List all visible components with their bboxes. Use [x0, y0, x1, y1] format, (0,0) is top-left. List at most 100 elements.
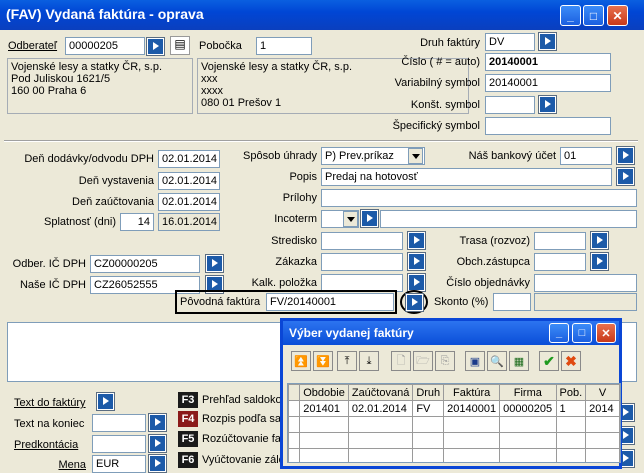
ucet-input[interactable]: 01 — [560, 147, 612, 165]
splatnost-date: 16.01.2014 — [158, 213, 220, 231]
povodna-pick-button[interactable] — [405, 293, 424, 312]
trasa-input[interactable] — [534, 232, 586, 250]
odberatel-pick-button[interactable] — [146, 37, 165, 56]
prilohy-input[interactable] — [321, 189, 637, 207]
f4-label[interactable]: Rozpis podľa sa — [202, 413, 281, 425]
cell-pob[interactable]: 1 — [555, 400, 587, 417]
odber-ic-input[interactable]: CZ00000205 — [90, 255, 200, 273]
cislo-input[interactable]: 20140001 — [485, 53, 611, 71]
druh-pick-button[interactable] — [538, 32, 557, 51]
ucet-label: Náš bankový účet — [468, 150, 556, 162]
column-header[interactable]: V — [585, 384, 620, 401]
column-header[interactable]: Firma — [499, 384, 557, 401]
bottom-icon[interactable]: ⤓ — [359, 351, 379, 371]
grid-icon[interactable]: ▦ — [509, 351, 529, 371]
druh-input[interactable]: DV — [485, 33, 535, 51]
column-header[interactable]: Faktúra — [443, 384, 501, 401]
odberatel-input[interactable]: 00000205 — [65, 37, 145, 55]
vystavenia-input[interactable]: 02.01.2014 — [158, 172, 220, 190]
zakazka-input[interactable] — [321, 253, 403, 271]
f4-key[interactable]: F4 — [178, 411, 198, 427]
f5-label[interactable]: Rozúčtovanie fa — [202, 433, 281, 445]
f6-label[interactable]: Vyúčtovanie zálo — [202, 454, 285, 466]
f5-key[interactable]: F5 — [178, 431, 198, 447]
open-folder-icon[interactable]: 🗁 — [413, 351, 433, 371]
predkontacia-label: Predkontácia — [14, 439, 79, 451]
povodna-input[interactable]: FV/20140001 — [266, 293, 394, 311]
obch-input[interactable] — [534, 253, 586, 271]
cell-firma[interactable]: 00000205 — [499, 400, 557, 417]
close-button[interactable]: ✕ — [607, 5, 628, 26]
zakazka-pick-button[interactable] — [407, 252, 426, 271]
maximize-button[interactable]: □ — [583, 5, 604, 26]
ss-label: Špecifický symbol — [392, 120, 480, 132]
preview-icon[interactable]: 🔍 — [487, 351, 507, 371]
minimize-button[interactable]: _ — [560, 5, 581, 26]
confirm-icon[interactable]: ✔ — [539, 351, 559, 371]
f6-key[interactable]: F6 — [178, 452, 198, 468]
cell-druh[interactable]: FV — [412, 400, 445, 417]
text-do-button[interactable] — [96, 392, 115, 411]
column-header[interactable]: Obdobie — [299, 384, 349, 401]
cancel-icon[interactable]: ✖ — [561, 351, 581, 371]
kalk-pick-button[interactable] — [407, 273, 426, 292]
monitor-icon[interactable]: ▣ — [465, 351, 485, 371]
splatnost-days-input[interactable]: 14 — [120, 213, 154, 231]
incoterm-desc[interactable] — [380, 210, 637, 228]
skonto-label: Skonto (%) — [434, 296, 489, 308]
text-na-button[interactable] — [148, 413, 167, 432]
copy-icon[interactable]: ⎘ — [435, 351, 455, 371]
predkontacia-input[interactable] — [92, 435, 146, 453]
odber-ic-pick-button[interactable] — [205, 254, 224, 273]
table-row[interactable] — [288, 448, 620, 462]
stredisko-label: Stredisko — [271, 235, 317, 247]
ss-input[interactable] — [485, 117, 611, 135]
skonto-input[interactable] — [493, 293, 531, 311]
dialog-close-button[interactable]: ✕ — [596, 323, 616, 343]
popis-pick-button[interactable] — [616, 167, 635, 186]
last-record-icon[interactable]: ⏬ — [313, 351, 333, 371]
zauctovania-input[interactable]: 02.01.2014 — [158, 193, 220, 211]
cell-faktura[interactable]: 20140001 — [443, 400, 501, 417]
cell-v[interactable]: 2014 — [585, 400, 620, 417]
stredisko-input[interactable] — [321, 232, 403, 250]
cell-zauctovana[interactable]: 02.01.2014 — [347, 400, 414, 417]
dialog-maximize-button[interactable]: □ — [572, 323, 592, 343]
incoterm-dropdown-icon[interactable] — [343, 211, 358, 227]
grid-header-row: Obdobie Zaúčtovaná Druh Faktúra Firma Po… — [288, 384, 620, 401]
first-record-icon[interactable]: ⏫ — [291, 351, 311, 371]
column-header[interactable]: Pob. — [555, 384, 587, 401]
ks-input[interactable] — [485, 96, 535, 114]
incoterm-pick-button[interactable] — [360, 209, 379, 228]
card-icon[interactable]: ▤ — [170, 36, 190, 55]
predkontacia-button[interactable] — [148, 434, 167, 453]
ucet-pick-button[interactable] — [616, 146, 635, 165]
nase-ic-label: Naše IČ DPH — [19, 279, 86, 291]
invoice-grid[interactable]: Obdobie Zaúčtovaná Druh Faktúra Firma Po… — [287, 383, 621, 463]
dodavky-input[interactable]: 02.01.2014 — [158, 150, 220, 168]
mena-input[interactable]: EUR — [92, 455, 146, 473]
vs-input[interactable]: 20140001 — [485, 74, 611, 92]
f3-key[interactable]: F3 — [178, 392, 198, 408]
table-row[interactable] — [288, 432, 620, 449]
cell-obdobie[interactable]: 201401 — [299, 400, 349, 417]
ks-pick-button[interactable] — [538, 95, 557, 114]
ks-label: Konšt. symbol — [410, 99, 480, 111]
mena-button[interactable] — [148, 454, 167, 473]
uhrada-dropdown-icon[interactable] — [408, 148, 423, 164]
table-row[interactable] — [288, 416, 620, 433]
new-document-icon[interactable]: 🗋 — [391, 351, 411, 371]
trasa-pick-button[interactable] — [590, 231, 609, 250]
obch-pick-button[interactable] — [590, 252, 609, 271]
objednavka-input[interactable] — [534, 274, 637, 292]
top-icon[interactable]: ⤒ — [337, 351, 357, 371]
text-na-input[interactable] — [92, 414, 146, 432]
column-header[interactable]: Druh — [412, 384, 445, 401]
table-row[interactable]: 201401 02.01.2014 FV 20140001 00000205 1… — [288, 400, 620, 417]
column-header[interactable]: Zaúčtovaná — [347, 384, 414, 401]
popis-input[interactable]: Predaj na hotovosť — [321, 168, 612, 186]
f3-label[interactable]: Prehľad saldoko — [202, 394, 282, 406]
pobocka-input[interactable]: 1 — [256, 37, 312, 55]
stredisko-pick-button[interactable] — [407, 231, 426, 250]
dialog-minimize-button[interactable]: _ — [549, 323, 569, 343]
